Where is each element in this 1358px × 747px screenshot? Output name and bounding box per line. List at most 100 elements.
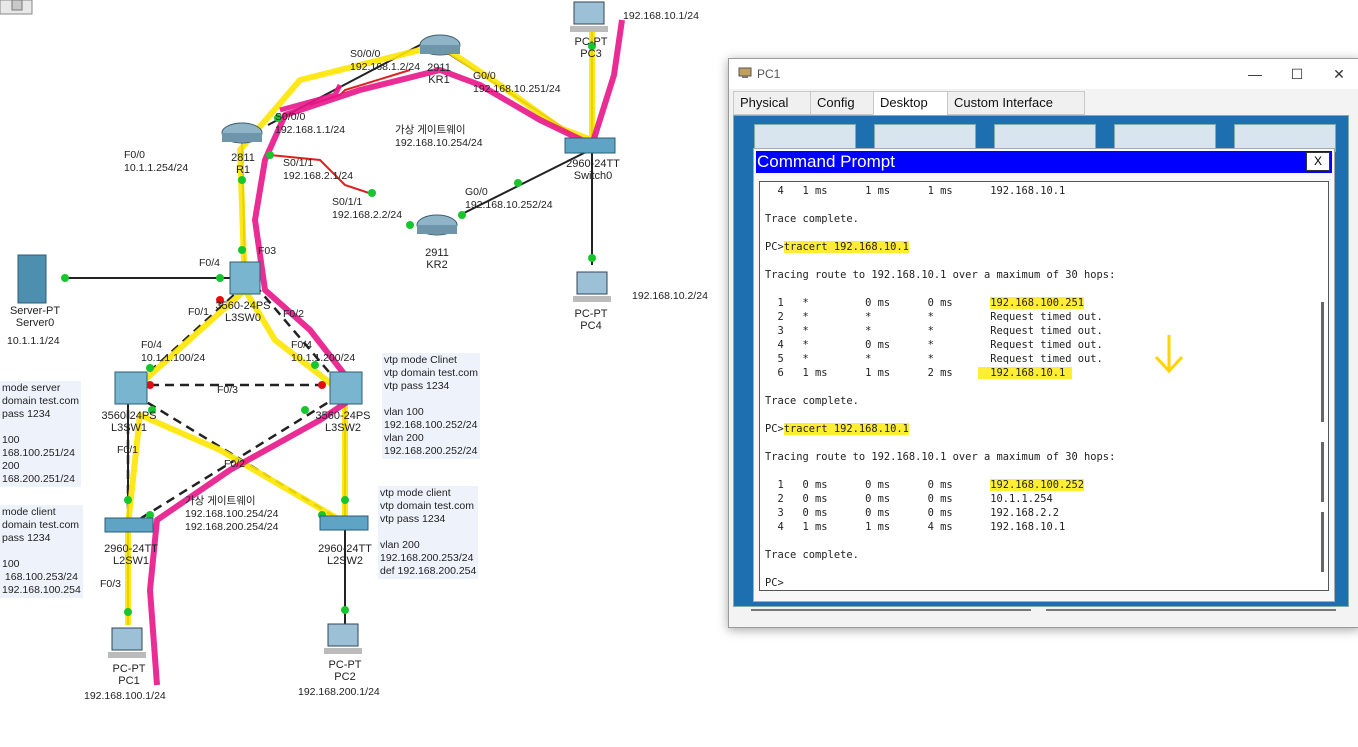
command-prompt-window: Command Prompt X 4 1 ms 1 ms 1 ms 192.16… <box>753 148 1335 602</box>
window-titlebar[interactable]: PC1 — ☐ ✕ <box>729 59 1358 89</box>
terminal-line: 2 * * * Request timed out. <box>765 311 1103 323</box>
window-title: PC1 <box>757 67 781 81</box>
pc4-ip-label: 192.168.10.2/24 <box>632 290 708 302</box>
f01-low-label: F0/1 <box>117 444 139 456</box>
device-label-l3sw1: 3560-24PS L3SW1 <box>101 410 157 434</box>
minimize-button[interactable]: — <box>1235 63 1275 85</box>
l3sw2-f04-label: F0/4 10.1.1.200/24 <box>291 339 356 364</box>
device-label-r1: 2811 R1 <box>231 152 255 176</box>
f04-label: F0/4 <box>199 257 221 269</box>
r1-f00-label: F0/0 10.1.1.254/24 <box>124 149 189 174</box>
terminal-line: 1 0 ms 0 ms 0 ms 192.168.100.252 <box>765 478 1085 492</box>
terminal-line: 4 * 0 ms * Request timed out. <box>765 339 1103 351</box>
virtual-gateway-10-label: 가상 게이트웨이 192.168.10.254/24 <box>395 124 483 149</box>
kr2-g00-label: G0/0 192.168.10.252/24 <box>465 186 553 211</box>
f03-low-label: F0/3 <box>100 578 122 590</box>
f02-label: F0/2 <box>283 308 305 320</box>
kr1-g00-label: G0/0 192.168.10.251/24 <box>473 70 561 95</box>
device-label-l3sw0: 3560-24PS L3SW0 <box>215 300 271 324</box>
command-prompt-title: Command Prompt <box>756 151 1332 173</box>
terminal-line: 4 1 ms 1 ms 4 ms 192.168.10.1 <box>765 521 1066 533</box>
terminal-output[interactable]: 4 1 ms 1 ms 1 ms 192.168.10.1 Trace compl… <box>759 181 1329 591</box>
l3sw1-f04-label: F0/4 10.1.1.100/24 <box>141 339 206 364</box>
terminal-line: 3 * * * Request timed out. <box>765 325 1103 337</box>
terminal-line: Tracing route to 192.168.10.1 over a max… <box>765 269 1116 281</box>
close-button[interactable]: ✕ <box>1319 63 1358 85</box>
device-label-l2sw1: 2960-24TT L2SW1 <box>104 543 158 567</box>
pc1-ip-label: 192.168.100.1/24 <box>84 690 166 702</box>
device-label-pc2: PC-PT PC2 <box>328 659 362 683</box>
terminal-line: PC>tracert 192.168.10.1 <box>765 240 909 254</box>
command-prompt-close-button[interactable]: X <box>1306 152 1330 171</box>
f03-label: F03 <box>258 245 277 257</box>
kr2-s011-label: S0/1/1 192.168.2.2/24 <box>332 196 403 221</box>
f01-label: F0/1 <box>188 306 210 318</box>
tab-custom-interface[interactable]: Custom Interface <box>947 91 1085 115</box>
device-label-kr1: 2911 KR1 <box>427 62 451 86</box>
switch-icon[interactable] <box>329 371 363 405</box>
terminal-line-text: 6 1 ms 1 ms 2 ms <box>765 367 978 379</box>
device-label-pc3: PC-PT PC3 <box>574 36 608 60</box>
server-icon[interactable] <box>17 254 47 304</box>
l3sw2-config-note: vtp mode Clinet vtp domain test.com vtp … <box>382 353 480 459</box>
pc1-window: PC1 — ☐ ✕ Physical Config Desktop Custom… <box>728 58 1358 628</box>
pc-icon[interactable] <box>108 627 146 658</box>
l2sw1-config-note: mode client domain test.com pass 1234 10… <box>0 505 83 598</box>
terminal-line: PC>tracert 192.168.10.1 <box>765 422 909 436</box>
highlighted-text: 192.168.10.1 <box>977 367 1072 379</box>
l3sw1-config-note: mode server domain test.com pass 1234 10… <box>0 381 82 487</box>
terminal-line: 4 1 ms 1 ms 1 ms 192.168.10.1 <box>765 185 1066 197</box>
device-label-l3sw2: 3560-24PS L3SW2 <box>315 410 371 434</box>
device-label-kr2: 2911 KR2 <box>425 247 449 271</box>
highlighted-text: 192.168.100.251 <box>990 297 1085 309</box>
terminal-line: Trace complete. <box>765 213 859 225</box>
terminal-line: 2 0 ms 0 ms 0 ms 10.1.1.254 <box>765 493 1053 505</box>
terminal-line: 1 * 0 ms 0 ms 192.168.100.251 <box>765 296 1085 310</box>
router-icon[interactable] <box>419 34 461 56</box>
switch-icon[interactable] <box>114 371 148 405</box>
r1-s011-label: S0/1/1 192.168.2.1/24 <box>283 157 354 182</box>
highlighted-text: tracert 192.168.10.1 <box>783 423 909 435</box>
terminal-line-text: PC> <box>765 423 784 435</box>
maximize-button[interactable]: ☐ <box>1277 63 1317 85</box>
pc-icon[interactable] <box>570 1 608 32</box>
r1-s000-label: S0/0/0 192.168.1.1/24 <box>275 111 346 136</box>
terminal-line: 6 1 ms 1 ms 2 ms 192.168.10.1 <box>765 366 1072 380</box>
switch-icon[interactable] <box>104 517 154 533</box>
terminal-line-text: 1 * 0 ms 0 ms <box>765 297 991 309</box>
device-label-server0: Server-PT Server0 <box>9 305 61 329</box>
terminal-line: PC> <box>765 577 784 589</box>
switch-icon[interactable] <box>564 137 616 154</box>
terminal-line: 5 * * * Request timed out. <box>765 353 1103 365</box>
device-label-pc1: PC-PT PC1 <box>112 663 146 687</box>
terminal-line: 3 0 ms 0 ms 0 ms 192.168.2.2 <box>765 507 1060 519</box>
l2sw2-config-note: vtp mode client vtp domain test.com vtp … <box>378 486 479 579</box>
terminal-line: Trace complete. <box>765 549 859 561</box>
device-label-switch0: 2960-24TT Switch0 <box>566 158 620 182</box>
terminal-line: Tracing route to 192.168.10.1 over a max… <box>765 451 1116 463</box>
pc2-ip-label: 192.168.200.1/24 <box>298 686 380 698</box>
terminal-line-text: 1 0 ms 0 ms 0 ms <box>765 479 991 491</box>
virtual-gateway-100-label: 가상 게이트웨이 192.168.100.254/24 192.168.200.… <box>185 495 279 533</box>
router-icon[interactable] <box>416 214 458 236</box>
pc-icon[interactable] <box>324 623 362 654</box>
highlighted-text: 192.168.100.252 <box>990 479 1085 491</box>
down-arrow-icon <box>1154 335 1184 374</box>
f03-mid-label: F0/3 <box>217 384 239 396</box>
pc3-ip-label: 192.168.10.1/24 <box>623 10 699 22</box>
device-label-pc4: PC-PT PC4 <box>574 308 608 332</box>
server-ip-label: 10.1.1.1/24 <box>7 335 60 347</box>
horizontal-scrollbar[interactable] <box>741 605 1341 615</box>
switch-icon[interactable] <box>229 261 261 295</box>
f02-mid-label: F0/2 <box>224 458 246 470</box>
packet-tracer-app-icon <box>738 67 752 78</box>
kr1-s000-label: S0/0/0 192.168.1.2/24 <box>350 48 421 73</box>
terminal-line-text: PC> <box>765 241 784 253</box>
highlighted-text: tracert 192.168.10.1 <box>783 241 909 253</box>
pc-icon[interactable] <box>573 271 611 302</box>
terminal-line: Trace complete. <box>765 395 859 407</box>
device-label-l2sw2: 2960-24TT L2SW2 <box>318 543 372 567</box>
router-icon[interactable] <box>221 122 263 144</box>
vertical-scrollbar[interactable] <box>1318 182 1328 591</box>
switch-icon[interactable] <box>319 515 369 531</box>
